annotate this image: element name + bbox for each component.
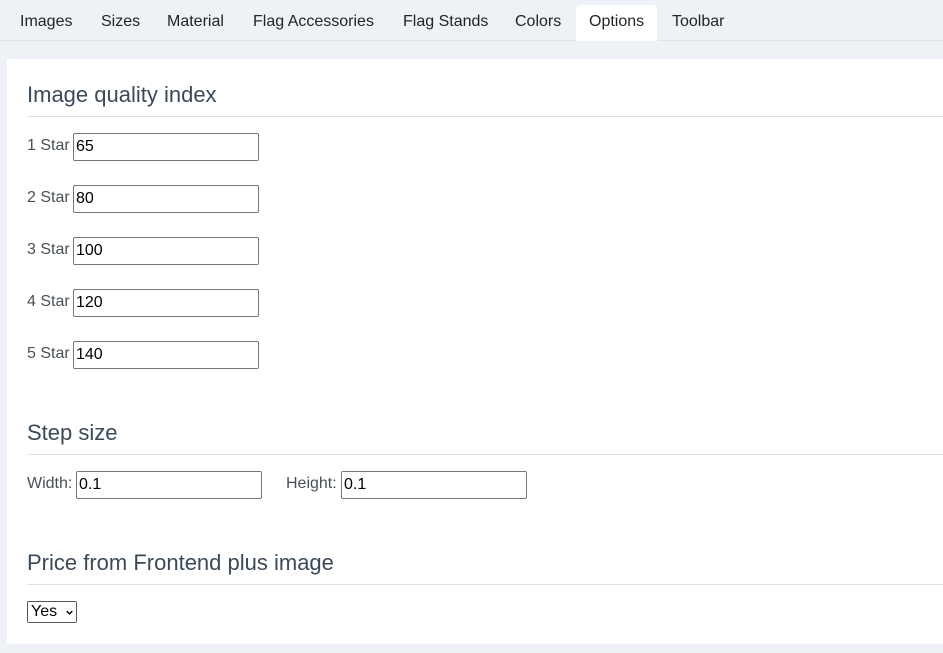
step-width-input[interactable]: [76, 471, 262, 499]
star-5-input[interactable]: [73, 341, 259, 369]
chevron-down-icon: [66, 610, 73, 615]
image-quality-heading: Image quality index: [27, 82, 217, 107]
star-5-label: 5 Star: [27, 345, 70, 362]
price-frontend-heading: Price from Frontend plus image: [27, 550, 334, 575]
tab-colors[interactable]: Colors: [502, 5, 574, 41]
tab-material[interactable]: Material: [154, 5, 237, 41]
star-2-label: 2 Star: [27, 189, 70, 206]
height-label: Height:: [286, 475, 337, 492]
section-divider: [27, 584, 943, 585]
step-size-heading: Step size: [27, 420, 118, 445]
star-4-label: 4 Star: [27, 293, 70, 310]
width-label: Width:: [27, 475, 73, 492]
tab-flag-stands[interactable]: Flag Stands: [390, 5, 501, 41]
tab-sizes[interactable]: Sizes: [88, 5, 153, 41]
section-divider: [27, 454, 943, 455]
star-1-input[interactable]: [73, 133, 259, 161]
star-1-label: 1 Star: [27, 137, 70, 154]
star-3-label: 3 Star: [27, 241, 70, 258]
tab-toolbar[interactable]: Toolbar: [659, 5, 737, 41]
tab-options[interactable]: Options: [576, 5, 658, 41]
star-2-input[interactable]: [73, 185, 259, 213]
tab-bar: Images Sizes Material Flag Accessories F…: [0, 0, 943, 41]
star-3-input[interactable]: [73, 237, 259, 265]
section-divider: [27, 116, 943, 117]
price-frontend-selected-value: Yes: [31, 603, 58, 620]
tab-flag-accessories[interactable]: Flag Accessories: [240, 5, 387, 41]
tab-images[interactable]: Images: [7, 5, 85, 41]
options-panel: Image quality index 1 Star 2 Star 3 Star…: [7, 59, 943, 644]
price-frontend-select[interactable]: Yes: [27, 601, 77, 623]
step-height-input[interactable]: [341, 471, 527, 499]
star-4-input[interactable]: [73, 289, 259, 317]
